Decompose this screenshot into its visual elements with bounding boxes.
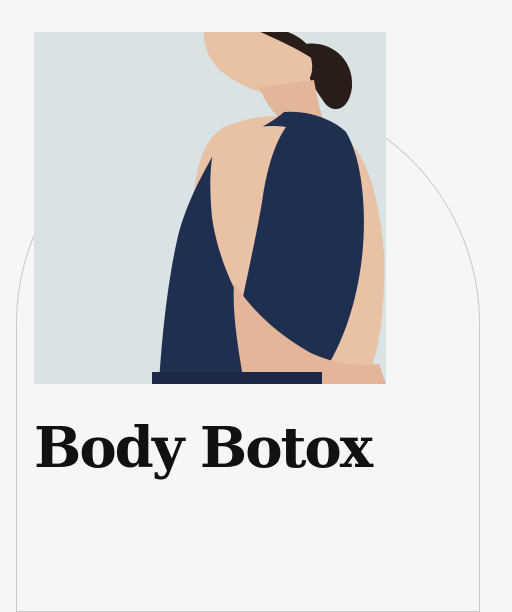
product-image[interactable] (34, 32, 386, 384)
waistband (152, 372, 322, 384)
model-photo-illustration (34, 32, 386, 384)
card-title[interactable]: Body Botox (34, 420, 373, 476)
